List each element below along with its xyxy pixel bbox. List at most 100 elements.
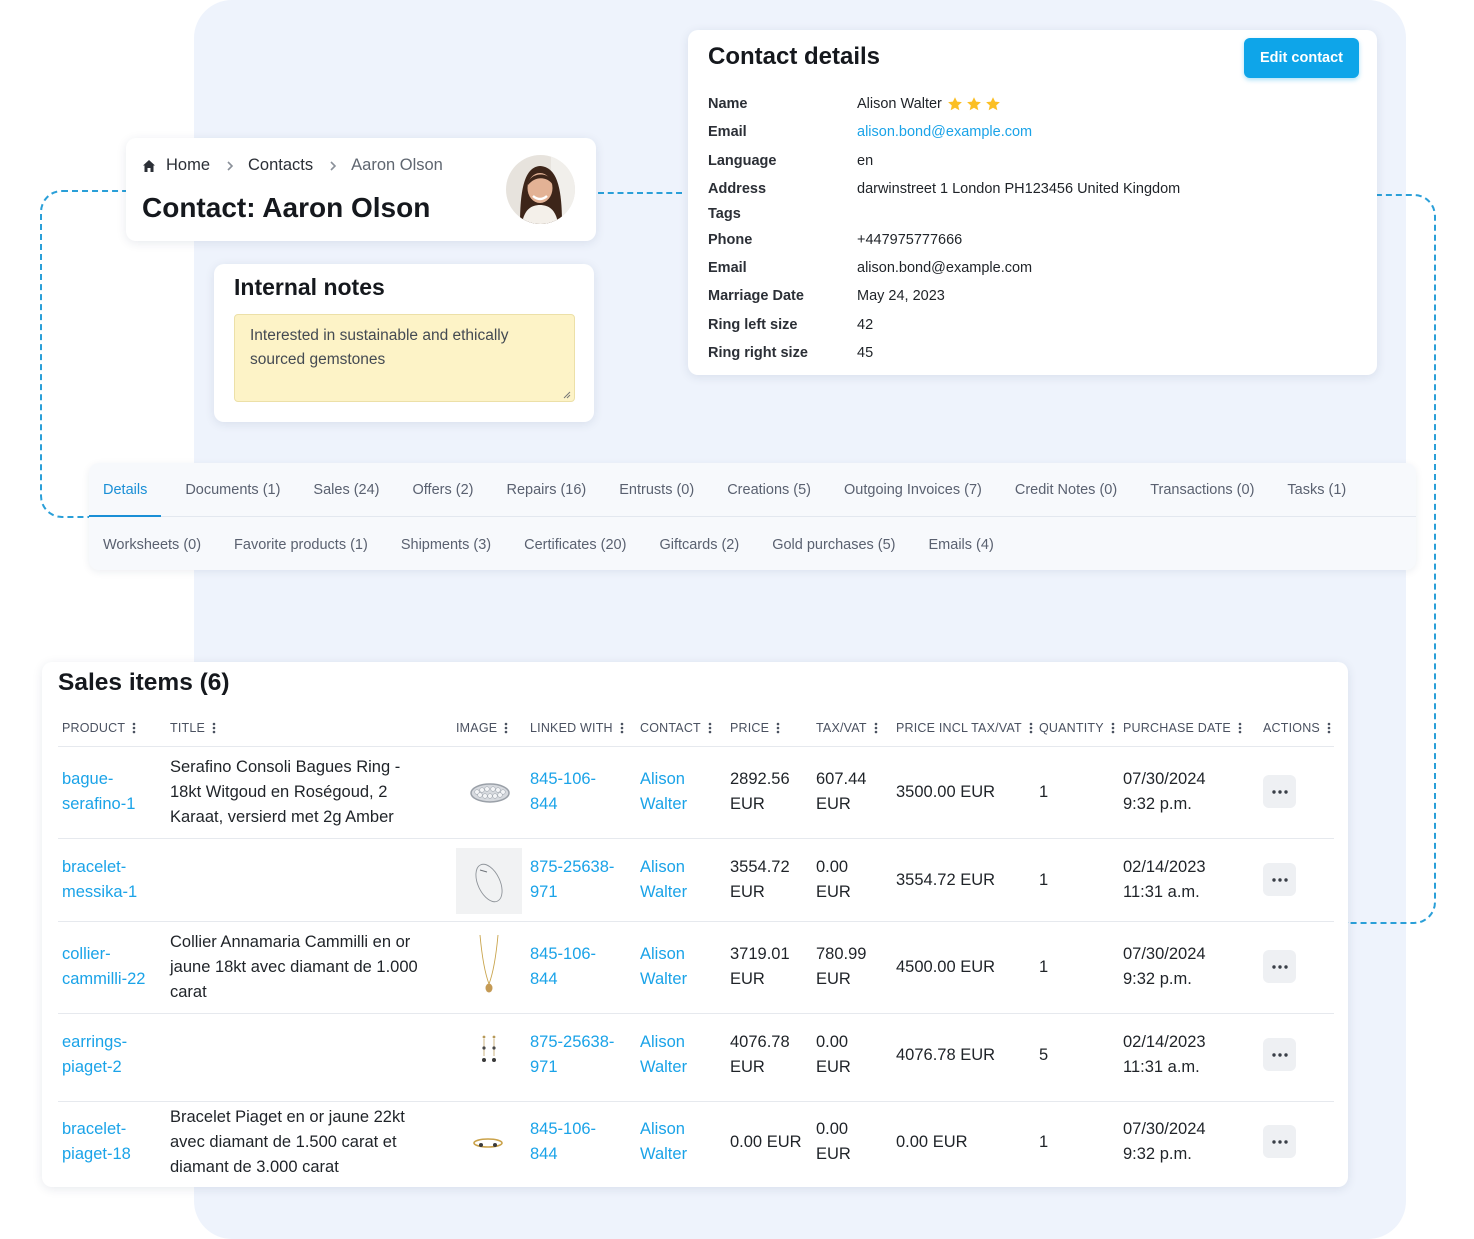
row-actions-button[interactable] <box>1263 863 1296 896</box>
column-menu-icon[interactable] <box>708 722 712 734</box>
linked-with-link[interactable]: 875-25638- 971 <box>530 855 614 905</box>
tab-credit-notes[interactable]: Credit Notes (0) <box>982 463 1117 516</box>
necklace-image <box>477 934 501 1001</box>
column-header-purchase-date[interactable]: PURCHASE DATE <box>1123 721 1242 735</box>
star-icon <box>986 97 1000 111</box>
price-incl-cell: 4076.78 EUR <box>896 1045 996 1064</box>
column-menu-icon[interactable] <box>620 722 624 734</box>
detail-label: Name <box>708 96 748 112</box>
resize-grip-icon[interactable] <box>563 391 571 399</box>
column-menu-icon[interactable] <box>504 722 508 734</box>
detail-value[interactable]: alison.bond@example.com <box>857 124 1032 140</box>
column-header-product[interactable]: PRODUCT <box>62 721 136 735</box>
price-incl-cell: 3554.72 EUR <box>896 870 996 889</box>
tab-emails[interactable]: Emails (4) <box>896 518 994 572</box>
table-row-divider <box>58 838 1334 839</box>
column-header-tax-vat[interactable]: TAX/VAT <box>816 721 878 735</box>
row-actions-button[interactable] <box>1263 775 1296 808</box>
connector-line-middle <box>598 192 682 194</box>
tab-transactions[interactable]: Transactions (0) <box>1117 463 1254 516</box>
detail-row-ring-left-size: Ring left size 42 <box>708 314 873 336</box>
column-menu-icon[interactable] <box>776 722 780 734</box>
name-with-rating: Alison Walter <box>857 96 1001 112</box>
price-cell: 4076.78 EUR <box>730 1033 790 1076</box>
linked-with-link[interactable]: 845-106- 844 <box>530 942 596 992</box>
column-header-image[interactable]: IMAGE <box>456 721 508 735</box>
chevron-right-icon <box>330 160 337 171</box>
linked-with-link[interactable]: 845-106- 844 <box>530 767 596 817</box>
ring-image <box>469 779 511 812</box>
detail-label: Tags <box>708 206 741 222</box>
product-link[interactable]: earrings- piaget-2 <box>62 1030 127 1080</box>
contact-link[interactable]: Alison Walter <box>640 942 687 992</box>
tab-entrusts[interactable]: Entrusts (0) <box>586 463 694 516</box>
breadcrumb-current: Aaron Olson <box>351 156 443 174</box>
row-actions-button[interactable] <box>1263 950 1296 983</box>
tab-offers[interactable]: Offers (2) <box>380 463 474 516</box>
detail-label: Address <box>708 181 767 197</box>
star-icon <box>948 97 962 111</box>
contact-link[interactable]: Alison Walter <box>640 1030 687 1080</box>
column-header-contact[interactable]: CONTACT <box>640 721 712 735</box>
tab-giftcards[interactable]: Giftcards (2) <box>626 518 739 572</box>
detail-row-email: Email alison.bond@example.com <box>708 257 1032 279</box>
tab-certificates[interactable]: Certificates (20) <box>491 518 626 572</box>
column-header-quantity[interactable]: QUANTITY <box>1039 721 1115 735</box>
product-link[interactable]: bracelet- piaget-18 <box>62 1117 131 1167</box>
price-cell: 0.00 EUR <box>730 1132 802 1151</box>
home-icon <box>143 159 155 172</box>
tab-sales[interactable]: Sales (24) <box>280 463 379 516</box>
column-menu-icon[interactable] <box>874 722 878 734</box>
column-menu-icon[interactable] <box>132 722 136 734</box>
tabs-row-1: Details Documents (1) Sales (24) Offers (2)… <box>89 463 1416 517</box>
product-title: Collier Annamaria Cammilli en or jaune 1… <box>170 932 418 1001</box>
tab-creations[interactable]: Creations (5) <box>694 463 811 516</box>
tax-cell: 0.00 EUR <box>816 858 851 901</box>
linked-with-link[interactable]: 845-106- 844 <box>530 1117 596 1167</box>
column-header-actions[interactable]: ACTIONS <box>1263 721 1331 735</box>
product-link[interactable]: collier- cammilli-22 <box>62 942 145 992</box>
price-incl-cell: 0.00 EUR <box>896 1132 968 1151</box>
product-link[interactable]: bague- serafino-1 <box>62 767 135 817</box>
column-header-linked-with[interactable]: LINKED WITH <box>530 721 624 735</box>
contact-link[interactable]: Alison Walter <box>640 1117 687 1167</box>
internal-notes-textarea[interactable]: Interested in sustainable and ethically … <box>234 314 575 402</box>
tab-worksheets[interactable]: Worksheets (0) <box>89 518 201 572</box>
column-menu-icon[interactable] <box>1238 722 1242 734</box>
more-horizontal-icon <box>1271 877 1288 882</box>
column-menu-icon[interactable] <box>212 722 216 734</box>
contact-link[interactable]: Alison Walter <box>640 855 687 905</box>
tab-repairs[interactable]: Repairs (16) <box>473 463 586 516</box>
tabs-bar: Details Documents (1) Sales (24) Offers (2)… <box>89 463 1416 570</box>
earrings-image <box>479 1034 499 1073</box>
contact-link[interactable]: Alison Walter <box>640 767 687 817</box>
tab-favorite-products[interactable]: Favorite products (1) <box>201 518 368 572</box>
column-menu-icon[interactable] <box>1029 722 1033 734</box>
purchase-date-cell: 07/30/2024 9:32 p.m. <box>1123 770 1206 813</box>
tabs-row-2: Worksheets (0) Favorite products (1) Shipm… <box>89 518 1416 572</box>
row-actions-button[interactable] <box>1263 1125 1296 1158</box>
column-header-title[interactable]: TITLE <box>170 721 216 735</box>
linked-with-link[interactable]: 875-25638- 971 <box>530 1030 614 1080</box>
breadcrumb-home[interactable]: Home <box>166 156 210 175</box>
tab-tasks[interactable]: Tasks (1) <box>1254 463 1346 516</box>
tab-gold-purchases[interactable]: Gold purchases (5) <box>739 518 895 572</box>
detail-value: 45 <box>857 345 874 361</box>
internal-notes-title: Internal notes <box>234 274 385 300</box>
column-menu-icon[interactable] <box>1327 722 1331 734</box>
column-header-price-incl-tax-vat[interactable]: PRICE INCL TAX/VAT <box>896 721 1033 735</box>
tab-shipments[interactable]: Shipments (3) <box>368 518 491 572</box>
tab-details[interactable]: Details <box>89 463 162 517</box>
breadcrumb-contacts[interactable]: Contacts <box>248 156 313 175</box>
tab-outgoing-invoices[interactable]: Outgoing Invoices (7) <box>811 463 982 516</box>
tab-documents[interactable]: Documents (1) <box>161 463 280 516</box>
row-actions-button[interactable] <box>1263 1038 1296 1071</box>
page-title: Contact: Aaron Olson <box>142 192 431 223</box>
edit-contact-button[interactable]: Edit contact <box>1244 38 1359 78</box>
column-menu-icon[interactable] <box>1111 722 1115 734</box>
detail-row-phone: Phone +447975777666 <box>708 229 962 251</box>
column-header-price[interactable]: PRICE <box>730 721 780 735</box>
product-link[interactable]: bracelet- messika-1 <box>62 855 137 905</box>
column-header-label: QUANTITY <box>1039 721 1104 735</box>
column-header-label: CONTACT <box>640 721 701 735</box>
